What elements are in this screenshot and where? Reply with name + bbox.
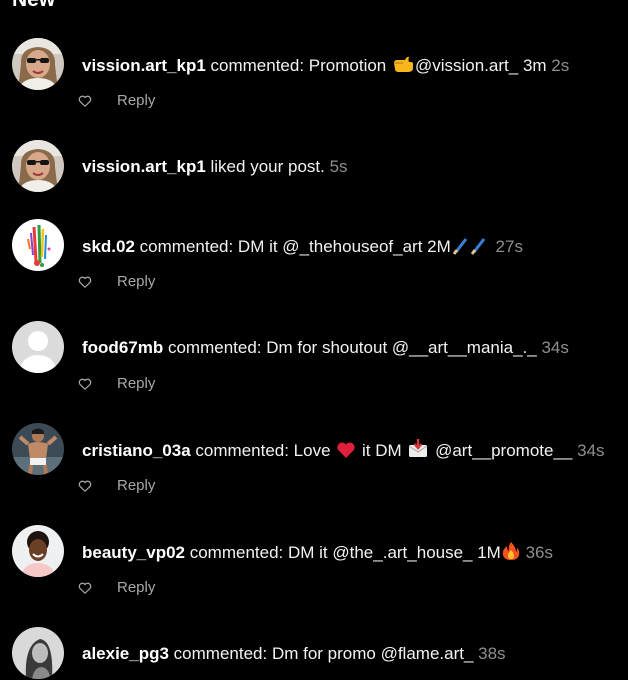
avatar[interactable] bbox=[12, 38, 64, 90]
username[interactable]: vission.art_kp1 bbox=[82, 56, 206, 75]
reply-button[interactable]: Reply bbox=[117, 477, 155, 494]
paint-splash-avatar-icon bbox=[12, 219, 64, 271]
username[interactable]: beauty_vp02 bbox=[82, 543, 185, 562]
section-header-new: New bbox=[12, 0, 55, 12]
notification-text: food67mb commented: Dm for shoutout @__a… bbox=[82, 337, 624, 359]
notification-text: vission.art_kp1 liked your post. 5s bbox=[82, 156, 624, 178]
reply-button[interactable]: Reply bbox=[117, 273, 155, 290]
comment-text: commented: DM it @_thehouseof_art 2M bbox=[134, 237, 451, 256]
timestamp: 34s bbox=[541, 338, 569, 357]
comment-text: commented: Promotion bbox=[205, 56, 391, 75]
username[interactable]: vission.art_kp1 bbox=[82, 157, 206, 176]
woman-smiling-avatar-icon bbox=[12, 525, 64, 577]
comment-text: commented: Dm for promo @flame.art_ bbox=[168, 644, 479, 663]
avatar[interactable] bbox=[12, 423, 64, 475]
comment-text-continued: it DM bbox=[357, 441, 407, 460]
reply-button[interactable]: Reply bbox=[117, 579, 155, 596]
pointing-hand-emoji-icon bbox=[392, 54, 414, 80]
default-avatar-icon bbox=[12, 321, 64, 373]
timestamp: 27s bbox=[495, 237, 523, 256]
portrait-bw-avatar-icon bbox=[12, 627, 64, 679]
comment-mention[interactable]: @vission.art_ 3m bbox=[415, 56, 547, 75]
comment-text: commented: DM it @the_.art_house_ 1M bbox=[185, 543, 501, 562]
timestamp: 38s bbox=[478, 644, 506, 663]
username[interactable]: cristiano_03a bbox=[82, 441, 191, 460]
woman-sunglasses-avatar-icon bbox=[12, 140, 64, 192]
notification-text: alexie_pg3 commented: Dm for promo @flam… bbox=[82, 643, 624, 665]
timestamp: 34s bbox=[577, 441, 605, 460]
username[interactable]: skd.02 bbox=[82, 237, 135, 256]
username[interactable]: food67mb bbox=[82, 338, 163, 357]
avatar[interactable] bbox=[12, 219, 64, 271]
avatar[interactable] bbox=[12, 525, 64, 577]
like-text: liked your post. bbox=[205, 157, 330, 176]
timestamp: 2s bbox=[551, 56, 570, 75]
heart-outline-icon[interactable] bbox=[78, 275, 92, 289]
heart-outline-icon[interactable] bbox=[78, 94, 92, 108]
envelope-arrow-emoji-icon bbox=[407, 439, 429, 465]
athlete-avatar-icon bbox=[12, 423, 64, 475]
notification-text: cristiano_03a commented: Love it DM @art… bbox=[82, 439, 624, 465]
notification-text: skd.02 commented: DM it @_thehouseof_art… bbox=[82, 235, 624, 261]
comment-text: commented: Dm for shoutout @__art__mania… bbox=[163, 338, 542, 357]
heart-outline-icon[interactable] bbox=[78, 479, 92, 493]
reply-button[interactable]: Reply bbox=[117, 375, 155, 392]
avatar[interactable] bbox=[12, 321, 64, 373]
avatar[interactable] bbox=[12, 627, 64, 679]
heart-outline-icon[interactable] bbox=[78, 581, 92, 595]
comment-text: commented: Love bbox=[190, 441, 336, 460]
username[interactable]: alexie_pg3 bbox=[82, 644, 169, 663]
fire-emoji-icon bbox=[502, 541, 520, 567]
notification-text: vission.art_kp1 commented: Promotion @vi… bbox=[82, 54, 624, 80]
comment-mention[interactable]: @art__promote__ bbox=[430, 441, 577, 460]
notification-text: beauty_vp02 commented: DM it @the_.art_h… bbox=[82, 541, 624, 567]
reply-button[interactable]: Reply bbox=[117, 92, 155, 109]
paintbrushes-emoji-icon bbox=[452, 235, 490, 261]
timestamp: 5s bbox=[329, 157, 348, 176]
red-heart-emoji-icon bbox=[336, 441, 356, 465]
woman-sunglasses-avatar-icon bbox=[12, 38, 64, 90]
avatar[interactable] bbox=[12, 140, 64, 192]
timestamp: 36s bbox=[525, 543, 554, 562]
heart-outline-icon[interactable] bbox=[78, 377, 92, 391]
